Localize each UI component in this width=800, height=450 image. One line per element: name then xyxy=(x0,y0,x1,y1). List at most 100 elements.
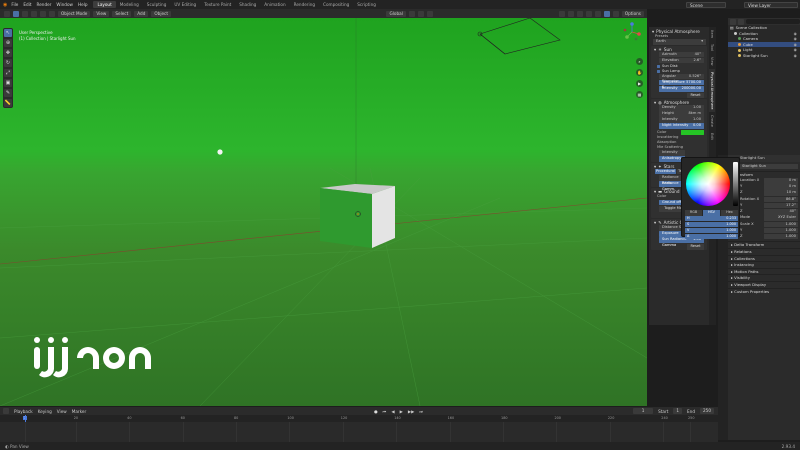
proportional-icon[interactable] xyxy=(426,10,433,17)
timeline-menu-view[interactable]: View xyxy=(57,409,67,414)
menu-file[interactable]: File xyxy=(11,2,18,7)
jump-start-icon[interactable]: ⏮ xyxy=(383,409,387,414)
outliner-item[interactable]: Starlight Sun ◉ xyxy=(728,53,800,59)
location-field[interactable]: Y0 m xyxy=(730,184,798,190)
visibility-eye-icon[interactable]: ◉ xyxy=(794,53,797,59)
property-section-viewport-display[interactable]: ▸ Viewport Display xyxy=(728,280,800,288)
rotation-mode-field[interactable]: Mode XYZ Euler xyxy=(730,215,798,221)
atmosphere-color-swatch[interactable] xyxy=(681,130,704,135)
select-mode-icon[interactable] xyxy=(31,10,37,17)
blender-logo-icon[interactable]: ◉ xyxy=(0,2,7,8)
tab-tool[interactable]: Tool xyxy=(709,41,715,54)
filter-icon[interactable] xyxy=(738,18,744,25)
rotation-field[interactable]: Y 17.2° xyxy=(730,202,798,209)
visibility-icon[interactable] xyxy=(558,10,565,17)
property-section-custom-properties[interactable]: ▸ Custom Properties xyxy=(728,287,800,295)
scale-field[interactable]: Z 1.000 xyxy=(730,233,798,240)
tab-physical-atmosphere[interactable]: Physical Atmosphere xyxy=(709,68,715,113)
picker-value-field[interactable]: V 1.000 xyxy=(685,228,738,234)
header-menu-add[interactable]: Add xyxy=(134,10,149,17)
workspace-tab-animation[interactable]: Animation xyxy=(260,1,289,8)
shading-render-icon[interactable] xyxy=(612,10,619,17)
navigation-gizmo[interactable] xyxy=(621,21,643,43)
annotate-tool-icon[interactable]: ✎ xyxy=(4,89,12,97)
angular-diameter-field[interactable]: Angular Diameter 0.526° xyxy=(659,73,704,83)
step-back-icon[interactable]: ◀ xyxy=(391,409,394,414)
header-menu-select[interactable]: Select xyxy=(112,10,132,17)
menu-edit[interactable]: Edit xyxy=(23,2,31,7)
timeline-menu-keying[interactable]: Keying xyxy=(38,409,52,414)
rotation-field[interactable]: Rotation X 86.8° xyxy=(730,196,798,203)
header-menu-object[interactable]: Object xyxy=(151,10,171,17)
play-icon[interactable]: ▶ xyxy=(400,409,403,414)
sun-reset-button[interactable]: Reset xyxy=(687,92,704,99)
mode-dropdown[interactable]: Object Mode xyxy=(58,10,91,17)
measure-tool-icon[interactable]: 📏 xyxy=(4,99,12,107)
outliner-search-input[interactable] xyxy=(746,19,800,24)
tab-item[interactable]: Item xyxy=(709,27,715,41)
transform-tool-icon[interactable]: ▣ xyxy=(4,79,12,87)
move-tool-icon[interactable]: ✥ xyxy=(4,49,12,57)
shading-material-icon[interactable] xyxy=(603,10,610,17)
tab-edit[interactable]: Edit xyxy=(709,130,715,143)
xray-icon[interactable] xyxy=(585,10,592,17)
workspace-tab-compositing[interactable]: Compositing xyxy=(319,1,353,8)
property-section-collections[interactable]: ▸ Collections xyxy=(728,254,800,262)
timeline-menu-playback[interactable]: Playback xyxy=(14,409,33,414)
perspective-grid-icon[interactable]: ▦ xyxy=(636,91,643,98)
mie-intensity-field[interactable]: Intensity xyxy=(659,150,685,156)
current-frame-field[interactable]: 1 xyxy=(633,408,654,414)
camera-view-icon[interactable]: ▶ xyxy=(636,80,643,87)
value-slider[interactable] xyxy=(733,162,738,206)
start-frame-field[interactable]: 1 xyxy=(673,408,683,414)
workspace-tab-uv-editing[interactable]: UV Editing xyxy=(170,1,200,8)
workspace-tab-modeling[interactable]: Modeling xyxy=(116,1,143,8)
tab-procedural[interactable]: Procedural xyxy=(655,168,677,175)
timeline-track-area[interactable] xyxy=(0,415,718,442)
shading-solid-icon[interactable] xyxy=(594,10,601,17)
rotate-tool-icon[interactable]: ↻ xyxy=(4,59,12,67)
rotation-field[interactable]: Z 40° xyxy=(730,209,798,215)
zoom-icon[interactable]: ⌕ xyxy=(636,58,643,65)
sun-intensity-field[interactable]: Intensity 200000.00 xyxy=(659,85,704,92)
editor-type-icon[interactable] xyxy=(4,10,10,17)
picker-mode-hex[interactable]: Hex xyxy=(721,210,738,216)
tab-create[interactable]: Create xyxy=(709,112,715,130)
workspace-tab-texture-paint[interactable]: Texture Paint xyxy=(200,1,235,8)
menu-window[interactable]: Window xyxy=(56,2,73,7)
density-field[interactable]: Density 1.00 xyxy=(659,105,704,111)
picker-mode-hsv[interactable]: HSV xyxy=(703,210,720,216)
picker-mode-rgb[interactable]: RGB xyxy=(685,210,702,216)
timeline-menu-marker[interactable]: Marker xyxy=(72,409,86,414)
object-name-field[interactable]: Starlight Sun xyxy=(740,163,798,169)
record-icon[interactable]: ● xyxy=(374,409,378,414)
picker-value-field[interactable]: S 1.000 xyxy=(685,222,738,228)
outliner-type-icon[interactable] xyxy=(730,18,736,25)
location-field[interactable]: Z 10 m xyxy=(730,190,798,196)
view-layer-selector[interactable]: View Layer xyxy=(744,2,798,8)
select-mode-icon[interactable] xyxy=(40,10,46,17)
scene-selector[interactable]: Scene xyxy=(686,2,726,8)
property-section-motion-paths[interactable]: ▸ Motion Paths xyxy=(728,267,800,275)
pan-hand-icon[interactable]: ✋ xyxy=(636,69,643,76)
options-dropdown[interactable]: Options xyxy=(621,10,644,17)
cursor-tool-icon[interactable]: ⊕ xyxy=(4,39,12,47)
menu-help[interactable]: Help xyxy=(78,2,88,7)
property-section-instancing[interactable]: ▸ Instancing xyxy=(728,261,800,268)
color-wheel[interactable] xyxy=(686,162,730,206)
overlay-icon[interactable] xyxy=(576,10,583,17)
header-menu-view[interactable]: View xyxy=(93,10,110,17)
snap-icon[interactable] xyxy=(417,10,424,17)
azimuth-field[interactable]: Azimuth 40° xyxy=(659,51,704,58)
jump-end-icon[interactable]: ⏭ xyxy=(419,409,423,414)
picker-value-field[interactable]: H 0.233 xyxy=(685,216,738,222)
select-box-icon[interactable] xyxy=(13,10,19,17)
workspace-tab-rendering[interactable]: Rendering xyxy=(290,1,319,8)
height-field[interactable]: Height 8km m xyxy=(659,111,704,117)
scale-field[interactable]: Scale X 1.000 xyxy=(730,221,798,228)
workspace-tab-scripting[interactable]: Scripting xyxy=(353,1,380,8)
select-mode-icon[interactable] xyxy=(22,10,28,17)
transform-orientation[interactable]: Global xyxy=(386,10,406,17)
atmo-intensity-field[interactable]: Intensity 1.00 xyxy=(659,117,704,123)
step-forward-icon[interactable]: ▶▶ xyxy=(408,409,414,414)
